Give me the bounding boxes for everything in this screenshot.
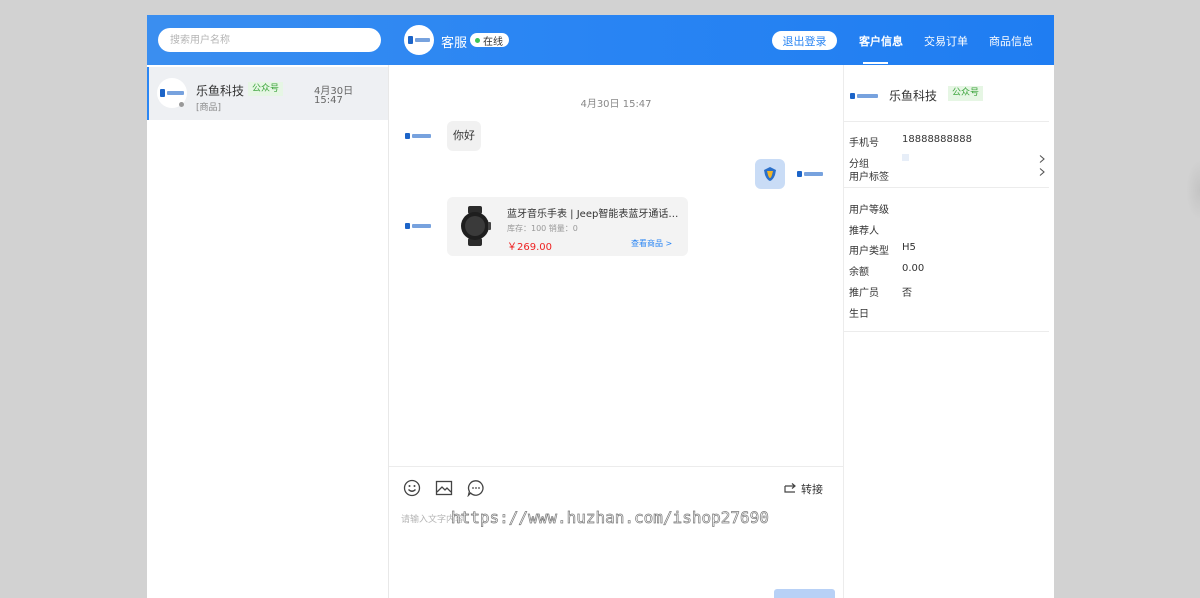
user-type-label: 用户类型	[849, 246, 889, 257]
customer-avatar	[405, 213, 431, 239]
conversation-name: 乐鱼科技	[196, 84, 245, 98]
image-icon[interactable]	[435, 479, 453, 497]
brand-logo-icon	[408, 36, 430, 44]
tab-orders[interactable]: 交易订单	[924, 33, 968, 49]
referrer-label: 推荐人	[849, 226, 879, 237]
user-level-label: 用户等级	[849, 205, 889, 216]
conversation-tag: 公众号	[248, 82, 284, 96]
brand-logo-icon	[797, 171, 823, 177]
agent-name: 客服	[441, 36, 468, 51]
customer-tag: 公众号	[948, 86, 984, 101]
watermark-text: https://www.huzhan.com/ishop27690	[451, 508, 770, 528]
tab-products[interactable]: 商品信息	[989, 33, 1033, 49]
chevron-right-icon[interactable]	[1038, 155, 1046, 163]
agent-chat-avatar	[797, 161, 823, 187]
divider	[844, 331, 1049, 332]
agent-avatar	[404, 25, 434, 55]
conversation-last-message: [商品]	[196, 103, 222, 113]
brand-logo-icon	[160, 89, 184, 97]
brand-logo-icon	[405, 223, 431, 229]
balance-label: 余额	[849, 267, 869, 278]
product-message-card[interactable]: 蓝牙音乐手表 | Jeep智能表蓝牙通话手表 库存：100 销量：0 ￥269.…	[447, 197, 688, 256]
emoji-icon[interactable]	[403, 479, 421, 497]
transfer-label: 转接	[801, 483, 823, 496]
customer-info-panel: 乐鱼科技 公众号 手机号 18888888888 分组 用户标签 用户等级 推荐…	[843, 65, 1054, 598]
chat-date-separator: 4月30日 15:47	[580, 99, 652, 110]
phone-value: 18888888888	[902, 134, 972, 145]
product-price: ￥269.00	[507, 242, 552, 253]
customer-info-avatar	[849, 81, 879, 111]
chat-toolbar: 转接	[389, 466, 843, 506]
brand-logo-icon	[405, 133, 431, 139]
user-type-value: H5	[902, 242, 916, 253]
shield-sticker-icon	[764, 167, 776, 181]
smartwatch-icon	[461, 206, 491, 246]
transfer-icon	[784, 483, 796, 493]
agent-message-bubble	[755, 159, 785, 189]
brand-logo-icon	[850, 93, 878, 99]
product-image	[455, 206, 495, 246]
send-button[interactable]	[774, 589, 835, 598]
product-stock: 库存：100 销量：0	[507, 224, 578, 233]
transfer-button[interactable]: 转接	[783, 481, 823, 497]
quick-reply-icon[interactable]	[467, 479, 485, 497]
status-label: 在线	[483, 36, 503, 48]
conversation-list: 乐鱼科技 公众号 [商品] 4月30日 15:47	[147, 65, 389, 598]
online-status-badge[interactable]: 在线	[470, 33, 509, 48]
message-bubble: 你好	[447, 121, 481, 151]
offline-dot-icon	[179, 102, 184, 107]
view-product-link[interactable]: 查看商品 >	[631, 238, 672, 249]
online-dot-icon	[475, 37, 480, 43]
group-value	[902, 154, 909, 161]
product-title: 蓝牙音乐手表 | Jeep智能表蓝牙通话手表	[507, 209, 683, 220]
phone-label: 手机号	[849, 138, 879, 149]
promoter-label: 推广员	[849, 288, 879, 299]
conversation-time: 15:47	[314, 95, 343, 106]
chevron-right-icon[interactable]	[1038, 168, 1046, 176]
logout-button[interactable]: 退出登录	[772, 31, 837, 50]
top-header: 客服 在线 退出登录 客户信息 交易订单 商品信息	[147, 15, 1054, 65]
search-user-input[interactable]	[158, 28, 381, 52]
user-tags-label: 用户标签	[849, 172, 889, 183]
conversation-item[interactable]: 乐鱼科技 公众号 [商品] 4月30日 15:47	[147, 67, 388, 120]
balance-value: 0.00	[902, 263, 925, 274]
active-tab-indicator	[863, 62, 888, 64]
tab-customer-info[interactable]: 客户信息	[859, 33, 903, 49]
promoter-value: 否	[902, 288, 912, 299]
customer-name: 乐鱼科技	[889, 89, 938, 103]
divider	[844, 121, 1049, 122]
divider	[844, 187, 1049, 188]
birthday-label: 生日	[849, 309, 869, 320]
page-scroll-shadow	[1186, 160, 1200, 220]
customer-avatar	[405, 123, 431, 149]
